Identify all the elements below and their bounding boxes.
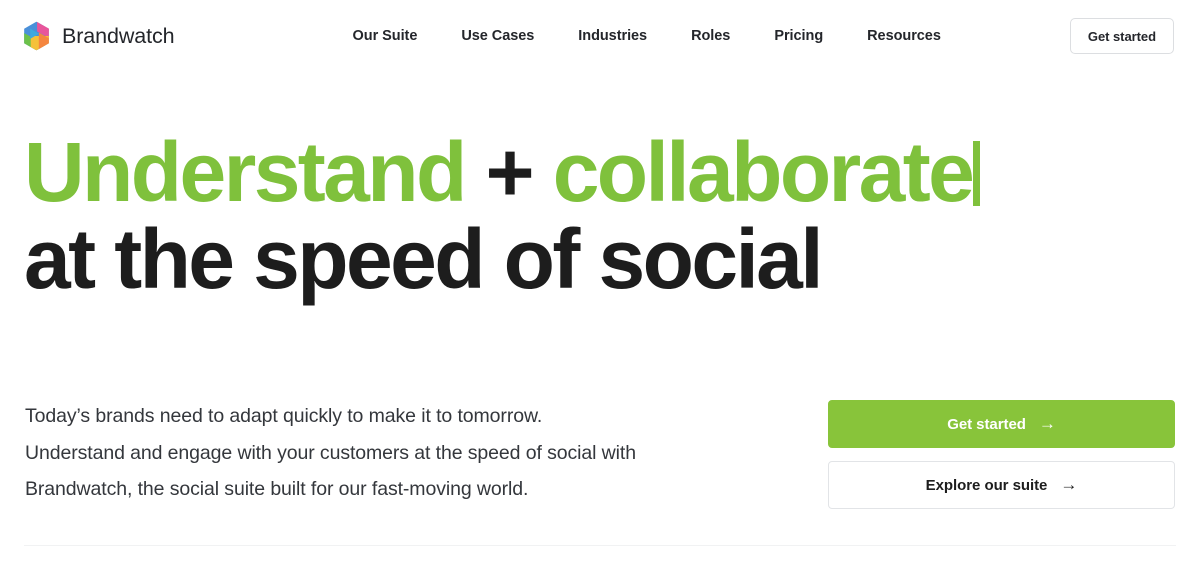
hero-cta-group: Get started → Explore our suite → — [828, 400, 1175, 509]
hero-paragraph: Today’s brands need to adapt quickly to … — [25, 398, 785, 508]
nav-item-resources[interactable]: Resources — [867, 22, 941, 50]
hero-section: Understand + collaborate at the speed of… — [0, 130, 1200, 306]
brand-logo-link[interactable]: Brandwatch — [22, 21, 175, 51]
hero-explore-suite-label: Explore our suite — [925, 476, 1048, 494]
hero-paragraph-line-2: Understand and engage with your customer… — [25, 441, 636, 464]
site-header: Brandwatch Our Suite Use Cases Industrie… — [0, 0, 1200, 72]
primary-navigation: Our Suite Use Cases Industries Roles Pri… — [353, 22, 941, 50]
page-title: Understand + collaborate — [24, 130, 1200, 214]
nav-item-roles[interactable]: Roles — [691, 22, 730, 50]
landing-page: Brandwatch Our Suite Use Cases Industrie… — [0, 0, 1200, 565]
header-get-started-button[interactable]: Get started — [1069, 18, 1174, 54]
arrow-right-icon: → — [1038, 413, 1056, 433]
hero-get-started-label: Get started — [947, 415, 1026, 433]
page-subtitle: at the speed of social — [24, 211, 824, 306]
typing-caret-icon — [973, 140, 981, 207]
section-divider — [24, 545, 1176, 546]
nav-item-pricing[interactable]: Pricing — [774, 22, 823, 50]
hero-get-started-button[interactable]: Get started → — [828, 400, 1175, 448]
hero-paragraph-line-1: Today’s brands need to adapt quickly to … — [25, 405, 543, 427]
brandwatch-hexagon-logo-icon — [22, 21, 51, 51]
nav-item-our-suite[interactable]: Our Suite — [353, 22, 418, 50]
headline-word-collaborate: collaborate — [552, 125, 975, 219]
brand-name-text: Brandwatch — [62, 23, 175, 48]
nav-item-industries[interactable]: Industries — [578, 22, 647, 50]
arrow-right-icon: → — [1060, 474, 1078, 494]
nav-item-use-cases[interactable]: Use Cases — [461, 22, 534, 50]
hero-explore-suite-button[interactable]: Explore our suite → — [828, 461, 1175, 509]
hero-supporting-section: Today’s brands need to adapt quickly to … — [0, 398, 1200, 509]
headline-word-understand: Understand — [24, 125, 467, 219]
headline-plus-symbol: + — [485, 125, 534, 219]
hero-paragraph-line-3: Brandwatch, the social suite built for o… — [25, 478, 529, 500]
